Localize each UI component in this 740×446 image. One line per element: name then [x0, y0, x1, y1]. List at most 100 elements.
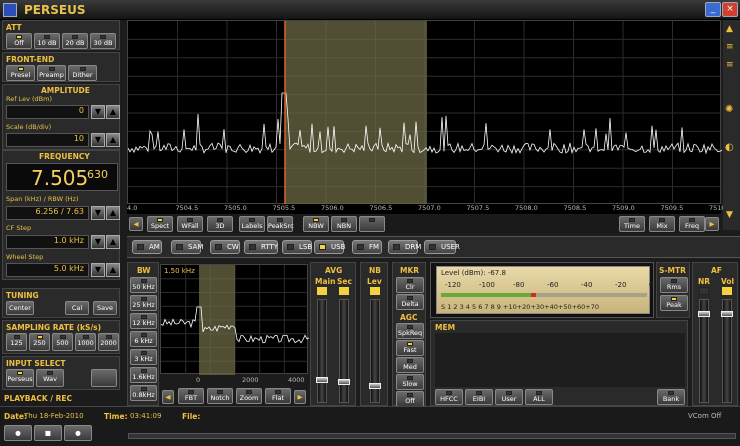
- avg-sec-slider[interactable]: [339, 299, 349, 403]
- spectrum-tool-button-3[interactable]: Labels: [239, 216, 265, 232]
- mode-button-cw[interactable]: CW: [210, 240, 240, 254]
- nr-led[interactable]: [699, 287, 709, 295]
- nb-knob[interactable]: [369, 383, 381, 389]
- mem-button-3[interactable]: ALL: [525, 389, 553, 405]
- agc-button-4[interactable]: Off: [396, 391, 424, 407]
- span-down-button[interactable]: ▼: [91, 206, 105, 220]
- scale-down-button[interactable]: ▼: [91, 133, 105, 147]
- nb-led[interactable]: [370, 287, 380, 295]
- mkr-delta-button[interactable]: Delta: [396, 294, 424, 310]
- ref-level-field[interactable]: 0: [6, 105, 89, 119]
- stop-button[interactable]: ●: [64, 425, 92, 441]
- minimize-button[interactable]: _: [705, 2, 721, 17]
- audio-tool-button-1[interactable]: Notch: [207, 388, 233, 404]
- spectrum-tool-button-7[interactable]: [359, 216, 385, 232]
- bank-button[interactable]: Bank: [657, 389, 685, 405]
- frontend-button-0[interactable]: Presel: [6, 65, 35, 81]
- agc-button-1[interactable]: Fast: [396, 340, 424, 356]
- sampling-button-1[interactable]: 250: [29, 333, 50, 351]
- record-button[interactable]: ●: [4, 425, 32, 441]
- span-up-button[interactable]: ▲: [106, 206, 120, 220]
- mode-button-lsb[interactable]: LSB: [282, 240, 312, 254]
- brightness-icon[interactable]: ✺: [725, 104, 733, 115]
- mode-button-rtty[interactable]: RTTY: [244, 240, 278, 254]
- spectrum-tool-button-5[interactable]: NBW: [303, 216, 329, 232]
- cf-step-down-button[interactable]: ▼: [91, 235, 105, 249]
- audio-spectrum[interactable]: 1.50 kHz: [160, 264, 309, 375]
- spectrum-tool-button-2[interactable]: 3D: [207, 216, 233, 232]
- cf-step-up-button[interactable]: ▲: [106, 235, 120, 249]
- span-field[interactable]: 6.256 / 7.63: [6, 206, 89, 220]
- ref-level-up-button[interactable]: ▲: [106, 105, 120, 119]
- spectrum-tool-button-1[interactable]: WFall: [177, 216, 203, 232]
- spectrum-tool-button-9[interactable]: Mix: [649, 216, 675, 232]
- avg-sec-knob[interactable]: [338, 379, 350, 385]
- playback-progress[interactable]: [128, 433, 736, 439]
- spectrum-tool-button-0[interactable]: Spect: [147, 216, 173, 232]
- wheel-step-up-button[interactable]: ▲: [106, 263, 120, 277]
- mem-button-0[interactable]: HFCC: [435, 389, 463, 405]
- input-extra-button[interactable]: [91, 369, 117, 387]
- vol-led[interactable]: [722, 287, 732, 295]
- input-button-1[interactable]: Wav: [36, 369, 64, 387]
- avg-sec-led[interactable]: [339, 287, 349, 295]
- att-button-0[interactable]: Off: [6, 33, 32, 49]
- mode-button-am[interactable]: AM: [132, 240, 162, 254]
- mkr-clr-button[interactable]: Clr: [396, 277, 424, 293]
- frontend-button-1[interactable]: Preamp: [37, 65, 66, 81]
- bw-button-2[interactable]: 12 kHz: [130, 313, 157, 329]
- agc-button-3[interactable]: Slow: [396, 374, 424, 390]
- bw-button-5[interactable]: 1.6kHz: [130, 367, 157, 383]
- audio-tool-button-0[interactable]: FBT: [178, 388, 204, 404]
- spectrum-tool-button-10[interactable]: Freq: [679, 216, 705, 232]
- bw-button-0[interactable]: 50 kHz: [130, 277, 157, 293]
- mem-list[interactable]: [435, 333, 685, 387]
- bw-button-4[interactable]: 3 kHz: [130, 349, 157, 365]
- menu-icon[interactable]: ≡: [726, 42, 734, 52]
- input-button-0[interactable]: Perseus: [6, 369, 34, 387]
- spectrum-tool-button-6[interactable]: NBN: [331, 216, 357, 232]
- mem-button-1[interactable]: EIBI: [465, 389, 493, 405]
- avg-main-slider[interactable]: [317, 299, 327, 403]
- avg-main-led[interactable]: [317, 287, 327, 295]
- mode-button-user[interactable]: USER: [424, 240, 460, 254]
- mode-button-sam[interactable]: SAM: [171, 240, 203, 254]
- att-button-2[interactable]: 20 dB: [62, 33, 88, 49]
- bw-button-6[interactable]: 0.8kHz: [130, 385, 157, 401]
- audio-right-button[interactable]: ▶: [294, 390, 306, 404]
- mem-button-2[interactable]: User: [495, 389, 523, 405]
- ref-level-down-button[interactable]: ▼: [91, 105, 105, 119]
- att-button-1[interactable]: 10 dB: [34, 33, 60, 49]
- sampling-button-2[interactable]: 500: [52, 333, 73, 351]
- close-button[interactable]: ×: [722, 2, 738, 17]
- spectrum-display[interactable]: [127, 20, 722, 205]
- bw-button-3[interactable]: 6 kHz: [130, 331, 157, 347]
- nr-knob[interactable]: [698, 311, 710, 317]
- wheel-step-field[interactable]: 5.0 kHz: [6, 263, 89, 277]
- avg-main-knob[interactable]: [316, 377, 328, 383]
- spectrum-tool-button-8[interactable]: Time: [619, 216, 645, 232]
- frequency-display[interactable]: 7.505 630: [6, 163, 118, 191]
- play-button[interactable]: ■: [34, 425, 62, 441]
- mode-button-fm[interactable]: FM: [352, 240, 382, 254]
- scale-up-button[interactable]: ▲: [106, 133, 120, 147]
- audio-left-button[interactable]: ◀: [162, 390, 174, 404]
- agc-button-0[interactable]: SpkReq: [396, 323, 424, 339]
- save-button[interactable]: Save: [93, 301, 117, 315]
- scale-field[interactable]: 10: [6, 133, 89, 147]
- cf-step-field[interactable]: 1.0 kHz: [6, 235, 89, 249]
- menu-icon-2[interactable]: ≡: [726, 60, 734, 70]
- sampling-button-4[interactable]: 2000: [98, 333, 119, 351]
- mode-button-usb[interactable]: USB: [314, 240, 345, 254]
- sampling-button-3[interactable]: 1000: [75, 333, 96, 351]
- audio-tool-button-2[interactable]: Zoom: [236, 388, 262, 404]
- up-arrow-icon[interactable]: ▲: [726, 24, 733, 34]
- cal-button[interactable]: Cal: [65, 301, 89, 315]
- sampling-button-0[interactable]: 125: [6, 333, 27, 351]
- smtr-button-0[interactable]: Rms: [660, 277, 688, 293]
- vol-knob[interactable]: [721, 311, 733, 317]
- scroll-right-button[interactable]: ▶: [705, 217, 719, 231]
- frontend-button-2[interactable]: Dither: [68, 65, 97, 81]
- agc-button-2[interactable]: Med: [396, 357, 424, 373]
- mode-button-drm[interactable]: DRM: [388, 240, 421, 254]
